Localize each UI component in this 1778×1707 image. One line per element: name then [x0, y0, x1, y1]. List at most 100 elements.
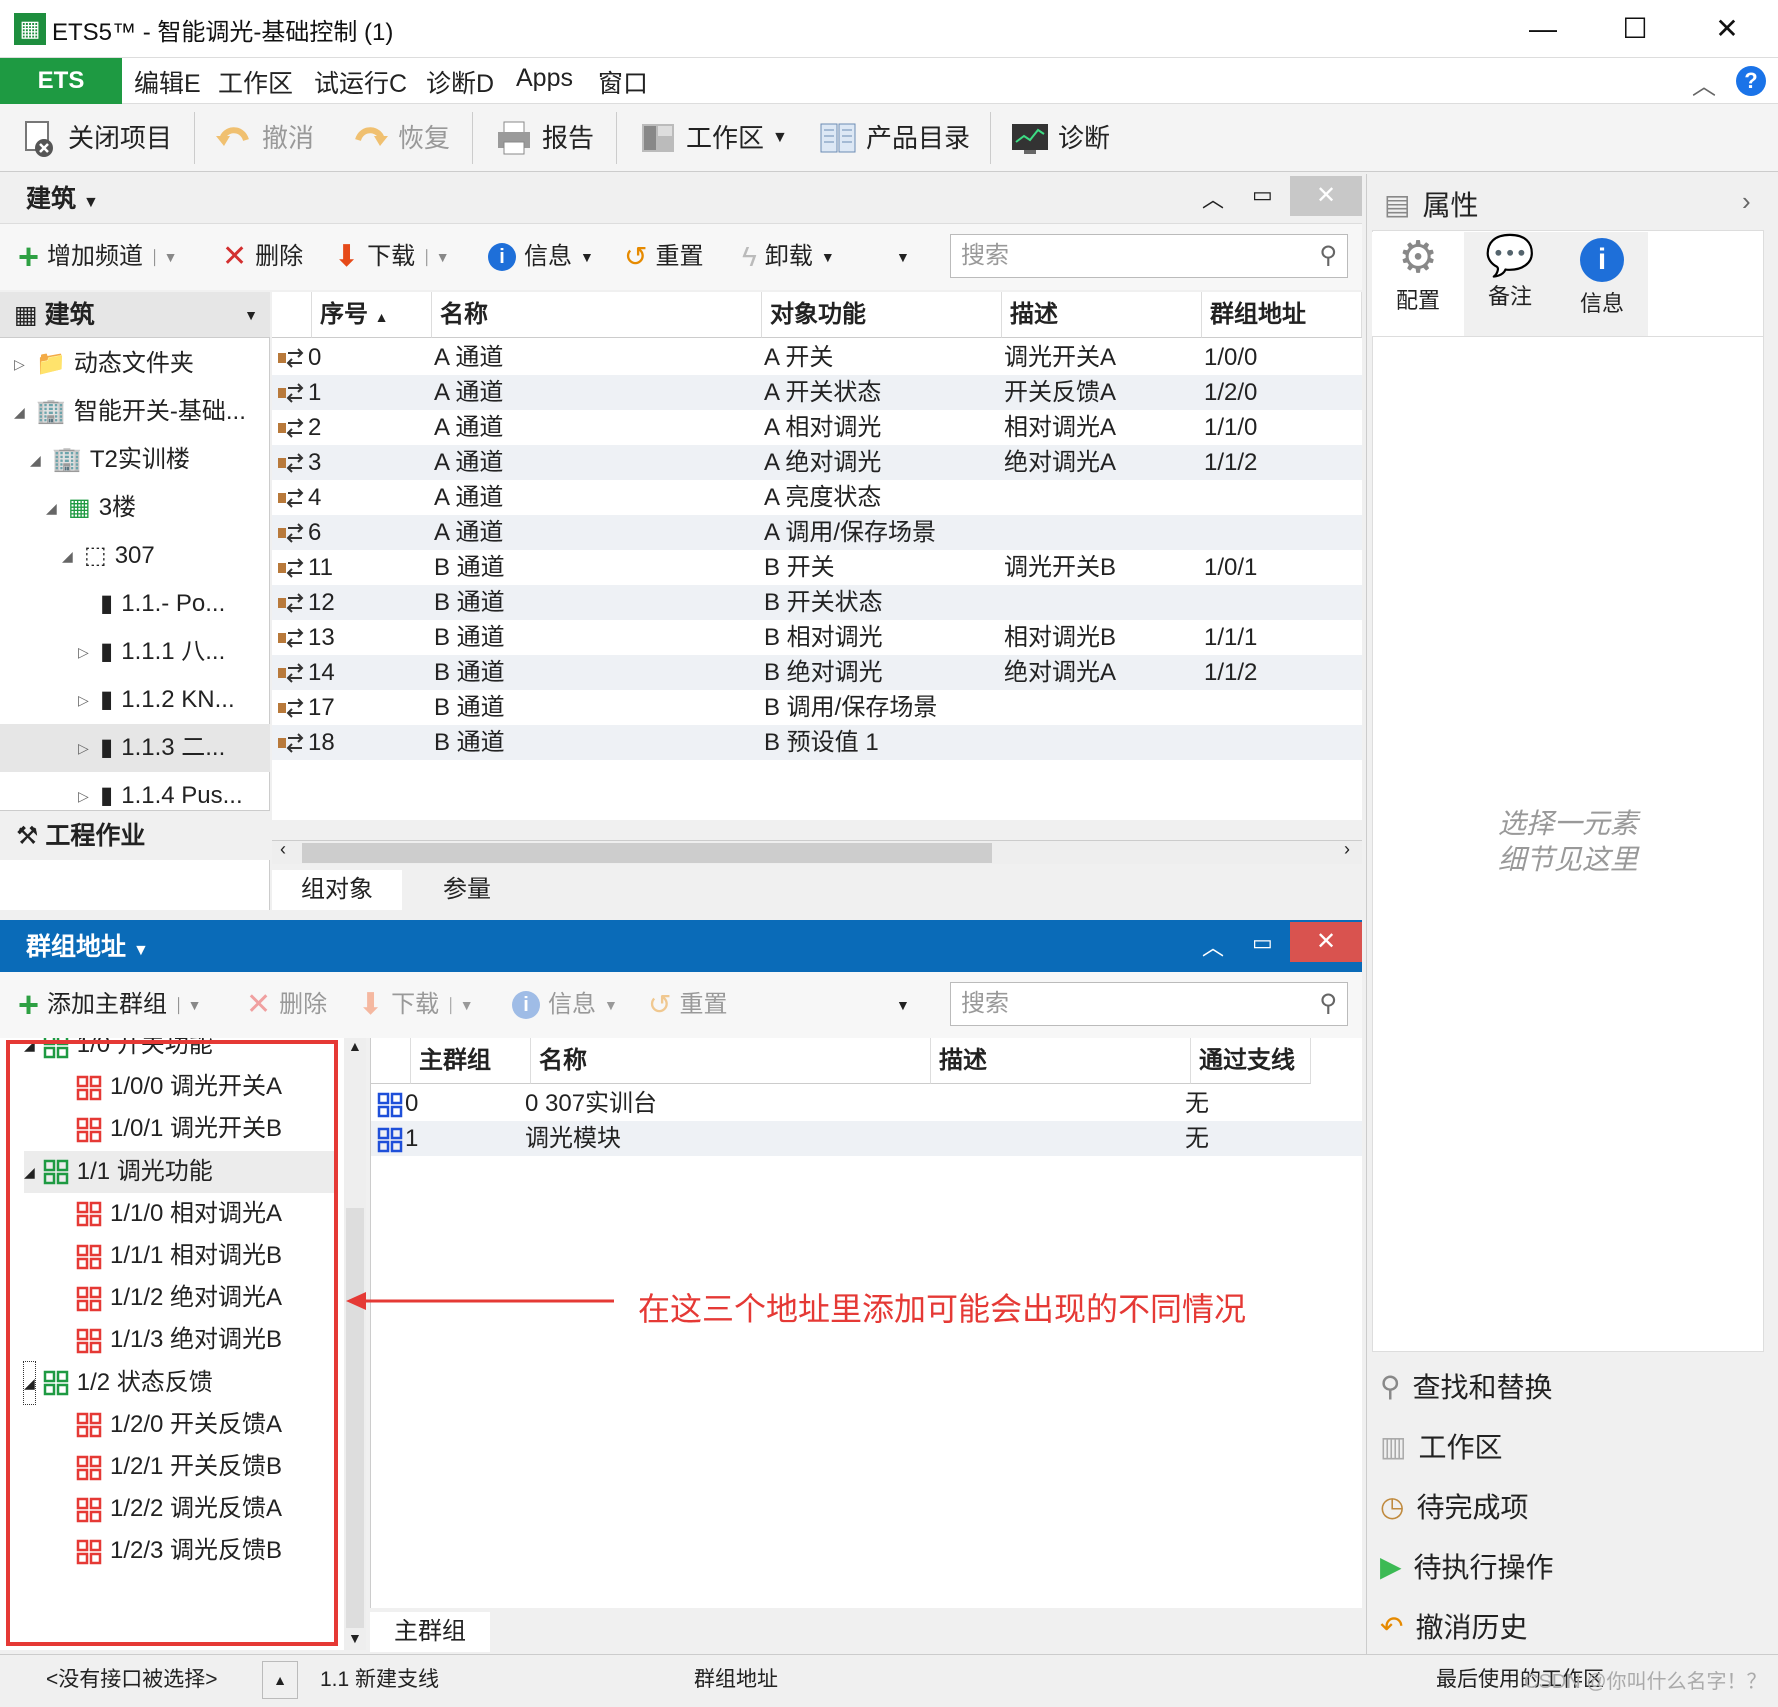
horizontal-scrollbar[interactable]: ‹ ›	[272, 839, 1362, 864]
tab-settings[interactable]: ⚙ 配置	[1372, 232, 1464, 336]
col-number-header[interactable]: 序号 ▲	[312, 292, 432, 338]
report-button[interactable]: 报告	[494, 114, 594, 162]
diagnostics-button[interactable]: 诊断	[1010, 114, 1110, 162]
building-tree-node[interactable]: ◢ ▦ 3楼	[46, 484, 136, 532]
table-row[interactable]: 18 B 通道 B 预设值 1	[272, 725, 1362, 760]
col-description-header[interactable]: 描述	[1002, 292, 1202, 338]
download-button[interactable]: ⬇ 下载 │ ▼	[334, 224, 450, 290]
expand-panel-icon[interactable]: ›	[1742, 186, 1751, 217]
close-project-button[interactable]: 关闭项目	[20, 114, 172, 162]
building-tree-node[interactable]: ▷ ▮ 1.1.3 二...	[0, 724, 270, 772]
building-tree-node[interactable]: ◢ ⬚ 307	[62, 532, 155, 580]
project-work-section[interactable]: ⚒ 工程作业	[0, 810, 270, 860]
col-description-header[interactable]: 描述	[931, 1038, 1191, 1084]
building-tree-node[interactable]: ▷ ▮ 1.1.2 KN...	[78, 676, 235, 724]
table-row[interactable]: 14 B 通道 B 绝对调光 绝对调光A 1/1/2	[272, 655, 1362, 690]
scroll-up-icon[interactable]: ▲	[348, 1038, 362, 1054]
table-row[interactable]: 4 A 通道 A 亮度状态	[272, 480, 1362, 515]
menu-commissioning[interactable]: 试运行C	[314, 64, 407, 100]
maximize-button[interactable]: ☐	[1608, 8, 1662, 50]
panel-collapse-icon[interactable]: ︿	[1202, 182, 1224, 214]
unload-button[interactable]: ϟ 卸载 ▼	[742, 224, 835, 290]
expand-toggle-icon[interactable]: ◢	[62, 532, 76, 580]
col-main-group-header[interactable]: 主群组	[411, 1038, 531, 1084]
col-name-header[interactable]: 名称	[531, 1038, 931, 1084]
building-tree-node[interactable]: ▷ 📁 动态文件夹	[14, 340, 194, 388]
building-tree-node[interactable]: ◢ 🏢 T2实训楼	[30, 436, 190, 484]
expand-toggle-icon[interactable]: ◢	[30, 436, 44, 484]
help-icon[interactable]: ?	[1736, 66, 1766, 96]
delete-button[interactable]: ✕ 删除	[222, 224, 303, 290]
building-panel-title[interactable]: 建筑 ▼	[26, 174, 99, 224]
building-search-input[interactable]: 搜索 ⚲	[950, 234, 1348, 278]
building-tree-node[interactable]: ▮ 1.1.- Po...	[78, 580, 225, 628]
table-row[interactable]: 1 调光模块 无	[371, 1121, 1362, 1156]
undo-button[interactable]: 撤消	[214, 114, 314, 162]
table-row[interactable]: 3 A 通道 A 绝对调光 绝对调光A 1/1/2	[272, 445, 1362, 480]
close-window-button[interactable]: ✕	[1700, 8, 1754, 50]
tab-parameters[interactable]: 参量	[402, 870, 532, 910]
table-row[interactable]: 13 B 通道 B 相对调光 相对调光B 1/1/1	[272, 620, 1362, 655]
building-tree-node[interactable]: ▷ ▮ 1.1.1 八...	[78, 628, 225, 676]
find-replace-link[interactable]: ⚲ 查找和替换	[1380, 1366, 1553, 1406]
ga-search-input[interactable]: 搜索 ⚲	[950, 982, 1348, 1026]
tab-group-objects[interactable]: 组对象	[272, 870, 402, 910]
interface-selector[interactable]: <没有接口被选择>	[46, 1655, 218, 1705]
undo-history-link[interactable]: ↶ 撤消历史	[1380, 1606, 1527, 1646]
table-row[interactable]: 1 A 通道 A 开关状态 开关反馈A 1/2/0	[272, 375, 1362, 410]
ga-reset-button[interactable]: ↺ 重置	[648, 972, 727, 1038]
ga-panel-title[interactable]: 群组地址 ▼	[26, 922, 149, 972]
ga-tree-scrollbar[interactable]: ▲ ▼	[344, 1038, 366, 1650]
tab-information[interactable]: i 信息	[1556, 232, 1648, 336]
building-tree-node[interactable]: ◢ 🏢 智能开关-基础...	[14, 388, 246, 436]
tab-main-groups[interactable]: 主群组	[370, 1612, 490, 1652]
table-row[interactable]: 6 A 通道 A 调用/保存场景	[272, 515, 1362, 550]
expand-toggle-icon[interactable]: ▷	[78, 628, 92, 676]
expand-toggle-icon[interactable]: ▷	[78, 676, 92, 724]
workspace-button[interactable]: 工作区 ▼	[638, 114, 788, 162]
ga-more-dropdown[interactable]: ▼	[896, 972, 910, 1038]
expand-toggle-icon[interactable]: ◢	[14, 388, 28, 436]
ga-panel-maximize-icon[interactable]: ▭	[1252, 930, 1273, 956]
table-row[interactable]: 11 B 通道 B 开关 调光开关B 1/0/1	[272, 550, 1362, 585]
col-ga-header[interactable]: 群组地址	[1202, 292, 1362, 338]
table-row[interactable]: 12 B 通道 B 开关状态	[272, 585, 1362, 620]
workspace-link[interactable]: ▥ 工作区	[1380, 1426, 1502, 1466]
ga-panel-close-button[interactable]: ✕	[1290, 922, 1362, 962]
expand-toggle-icon[interactable]: ▷	[78, 724, 92, 772]
expand-toggle-icon[interactable]: ◢	[46, 484, 60, 532]
tab-comments[interactable]: 💬 备注	[1464, 232, 1556, 336]
pending-operations-link[interactable]: ▶ 待执行操作	[1380, 1546, 1554, 1586]
ga-delete-button[interactable]: ✕ 删除	[246, 972, 327, 1038]
menu-window[interactable]: 窗口	[598, 64, 648, 100]
menu-workspace[interactable]: 工作区	[218, 64, 293, 100]
reset-button[interactable]: ↺ 重置	[624, 224, 703, 290]
collapse-ribbon-icon[interactable]: ︿	[1692, 66, 1716, 101]
panel-close-button[interactable]: ✕	[1290, 176, 1362, 216]
scrollbar-thumb[interactable]	[346, 1208, 364, 1628]
add-channel-button[interactable]: + 增加频道 │ ▼	[18, 224, 178, 290]
col-passthrough-header[interactable]: 通过支线耦	[1191, 1038, 1311, 1084]
expand-toggle-icon[interactable]: ▷	[14, 340, 28, 388]
table-row[interactable]: 2 A 通道 A 相对调光 相对调光A 1/1/0	[272, 410, 1362, 445]
menu-edit[interactable]: 编辑E	[134, 64, 201, 100]
ga-info-button[interactable]: i 信息 ▼	[512, 972, 618, 1038]
scroll-left-icon[interactable]: ‹	[280, 839, 286, 860]
menu-apps[interactable]: Apps	[516, 64, 573, 93]
info-button[interactable]: i 信息 ▼	[488, 224, 594, 290]
col-function-header[interactable]: 对象功能	[762, 292, 1002, 338]
todo-link[interactable]: ◷ 待完成项	[1380, 1486, 1528, 1526]
menu-diagnostics[interactable]: 诊断D	[426, 64, 494, 100]
scroll-down-icon[interactable]: ▼	[348, 1630, 362, 1646]
table-row[interactable]: 17 B 通道 B 调用/保存场景	[272, 690, 1362, 725]
ets-menu-tab[interactable]: ETS	[0, 58, 122, 104]
scrollbar-thumb[interactable]	[302, 843, 992, 863]
minimize-button[interactable]: —	[1516, 8, 1570, 50]
add-main-group-button[interactable]: + 添加主群组 │ ▼	[18, 972, 202, 1038]
col-name-header[interactable]: 名称	[432, 292, 762, 338]
panel-maximize-icon[interactable]: ▭	[1252, 182, 1273, 208]
ga-panel-collapse-icon[interactable]: ︿	[1202, 930, 1224, 962]
table-row[interactable]: 0 A 通道 A 开关 调光开关A 1/0/0	[272, 340, 1362, 375]
redo-button[interactable]: 恢复	[350, 114, 450, 162]
ga-download-button[interactable]: ⬇ 下载 │ ▼	[358, 972, 474, 1038]
